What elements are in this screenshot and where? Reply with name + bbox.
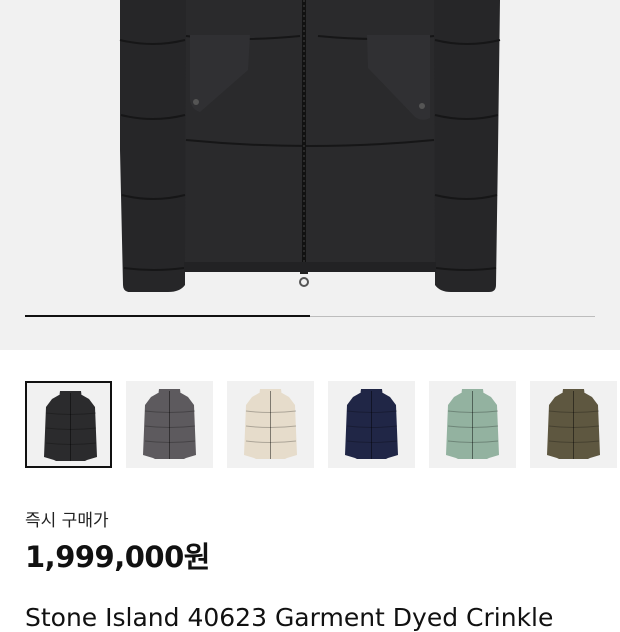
thumb-grey[interactable] [126, 381, 213, 468]
gallery-progress-bar [25, 315, 595, 317]
color-thumbnails [25, 381, 620, 470]
thumb-black[interactable] [25, 381, 112, 468]
price-value: 1,999,000원 [25, 540, 210, 574]
jacket-icon [547, 389, 600, 459]
jacket-icon [244, 389, 297, 459]
thumb-olive[interactable] [530, 381, 617, 468]
product-image-gallery[interactable] [0, 0, 620, 350]
jacket-icon [345, 389, 398, 459]
thumb-cream[interactable] [227, 381, 314, 468]
thumb-mint[interactable] [429, 381, 516, 468]
product-name: Stone Island 40623 Garment Dyed Crinkle [25, 603, 554, 632]
thumb-navy[interactable] [328, 381, 415, 468]
gallery-progress-fill [25, 315, 310, 317]
jacket-icon [143, 389, 196, 459]
jacket-icon [44, 391, 97, 461]
jacket-icon [446, 389, 499, 459]
down-jacket-image [119, 0, 501, 292]
price-label: 즉시 구매가 [25, 511, 109, 531]
